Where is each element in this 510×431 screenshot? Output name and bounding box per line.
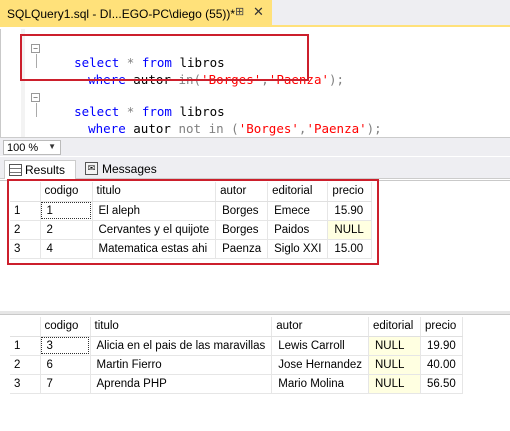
cell-editorial[interactable]: NULL bbox=[368, 336, 421, 356]
editor-status-bar: 100 % ▼ bbox=[0, 137, 510, 156]
chevron-down-icon: ▼ bbox=[48, 142, 56, 151]
zoom-value: 100 % bbox=[7, 142, 39, 154]
cell-titulo[interactable]: Alicia en el pais de las maravillas bbox=[90, 336, 273, 356]
cell-codigo[interactable]: 6 bbox=[40, 355, 91, 375]
results1-highlight-box bbox=[7, 179, 379, 265]
cell-autor[interactable]: Mario Molina bbox=[271, 374, 369, 394]
row-number-header bbox=[10, 317, 41, 337]
cell-precio[interactable]: 19.90 bbox=[420, 336, 463, 356]
cell-editorial[interactable]: NULL bbox=[368, 355, 421, 375]
results-grid-2: codigo titulo autor editorial precio 1 3… bbox=[10, 317, 463, 394]
cell-editorial[interactable]: NULL bbox=[368, 374, 421, 394]
grid-icon bbox=[9, 164, 22, 176]
zoom-dropdown[interactable]: 100 % ▼ bbox=[3, 140, 61, 155]
table-row[interactable]: 1 3 Alicia en el pais de las maravillas … bbox=[10, 336, 463, 356]
cell-precio[interactable]: 56.50 bbox=[420, 374, 463, 394]
column-header[interactable]: autor bbox=[271, 317, 369, 337]
column-header[interactable]: editorial bbox=[368, 317, 421, 337]
row-number[interactable]: 3 bbox=[10, 374, 41, 394]
cell-codigo[interactable]: 3 bbox=[40, 336, 91, 356]
cell-autor[interactable]: Jose Hernandez bbox=[271, 355, 369, 375]
grid-header-row: codigo titulo autor editorial precio bbox=[10, 317, 463, 337]
results-tab-strip: Results ✉ Messages bbox=[0, 157, 510, 179]
row-number[interactable]: 1 bbox=[10, 336, 41, 356]
table-row[interactable]: 2 6 Martin Fierro Jose Hernandez NULL 40… bbox=[10, 355, 463, 375]
pin-icon[interactable]: ⊞ bbox=[235, 5, 244, 18]
tab-results[interactable]: Results bbox=[4, 160, 76, 179]
column-header[interactable]: precio bbox=[420, 317, 463, 337]
tab-results-label: Results bbox=[25, 163, 66, 177]
query1-highlight-box bbox=[20, 34, 309, 81]
collapse-toggle-icon[interactable]: − bbox=[31, 93, 40, 102]
cell-autor[interactable]: Lewis Carroll bbox=[271, 336, 369, 356]
tab-title: SQLQuery1.sql - DI...EGO-PC\diego (55))* bbox=[7, 7, 236, 21]
sql-editor[interactable]: − select * from libros where autor in('B… bbox=[0, 29, 510, 137]
column-header[interactable]: titulo bbox=[90, 317, 273, 337]
cell-precio[interactable]: 40.00 bbox=[420, 355, 463, 375]
table-row[interactable]: 3 7 Aprenda PHP Mario Molina NULL 56.50 bbox=[10, 374, 463, 394]
messages-icon: ✉ bbox=[85, 162, 98, 175]
query-document-tab[interactable]: SQLQuery1.sql - DI...EGO-PC\diego (55))*… bbox=[0, 0, 272, 27]
tab-messages[interactable]: ✉ Messages bbox=[82, 160, 158, 179]
cell-codigo[interactable]: 7 bbox=[40, 374, 91, 394]
tab-messages-label: Messages bbox=[102, 162, 157, 176]
close-icon[interactable]: ✕ bbox=[253, 4, 264, 20]
document-tab-strip: SQLQuery1.sql - DI...EGO-PC\diego (55))*… bbox=[0, 0, 510, 27]
column-header[interactable]: codigo bbox=[40, 317, 91, 337]
outline-line bbox=[36, 103, 37, 117]
cell-titulo[interactable]: Martin Fierro bbox=[90, 355, 273, 375]
cell-titulo[interactable]: Aprenda PHP bbox=[90, 374, 273, 394]
row-number[interactable]: 2 bbox=[10, 355, 41, 375]
